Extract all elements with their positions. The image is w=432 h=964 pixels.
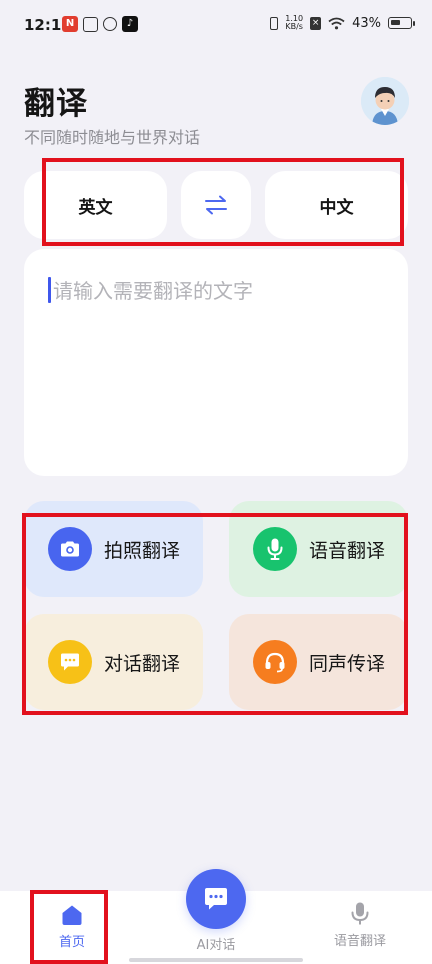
nav-home-highlight-box [30, 890, 108, 964]
translation-input[interactable] [51, 275, 385, 307]
swirl-app-icon [103, 17, 117, 31]
net-speed-unit: KB/s [285, 22, 303, 31]
status-right: 1.10 KB/s × 43% [270, 15, 415, 31]
language-highlight-box [42, 158, 404, 246]
nav-voice-translate[interactable]: 语音翻译 [320, 901, 400, 949]
page-title: 翻译 [24, 86, 88, 122]
net-speed: 1.10 KB/s [285, 15, 303, 31]
features-highlight-box [22, 513, 408, 715]
nav-ai-chat[interactable]: AI对话 [176, 934, 256, 953]
ai-chat-button[interactable] [186, 869, 246, 929]
avatar[interactable] [361, 77, 409, 125]
inbox-app-icon [83, 16, 98, 32]
wifi-icon [328, 17, 345, 29]
notification-icons: N ♪ [62, 16, 138, 32]
nav-ai-chat-label: AI对话 [196, 938, 236, 953]
ai-chat-icon [205, 888, 227, 910]
microphone-nav-icon [351, 902, 369, 925]
nav-voice-translate-label: 语音翻译 [333, 934, 386, 949]
battery-percent: 43% [352, 15, 381, 31]
vibrate-icon [270, 16, 279, 30]
battery-icon [388, 17, 415, 29]
home-indicator [129, 958, 303, 962]
status-bar: 12:11 N ♪ 1.10 KB/s × 43% [0, 0, 432, 52]
page-subtitle: 不同随时随地与世界对话 [24, 128, 201, 147]
tiktok-icon: ♪ [122, 16, 138, 32]
user-avatar-icon [361, 77, 409, 125]
sim-card-icon: × [310, 16, 322, 30]
news-app-icon: N [62, 16, 78, 32]
